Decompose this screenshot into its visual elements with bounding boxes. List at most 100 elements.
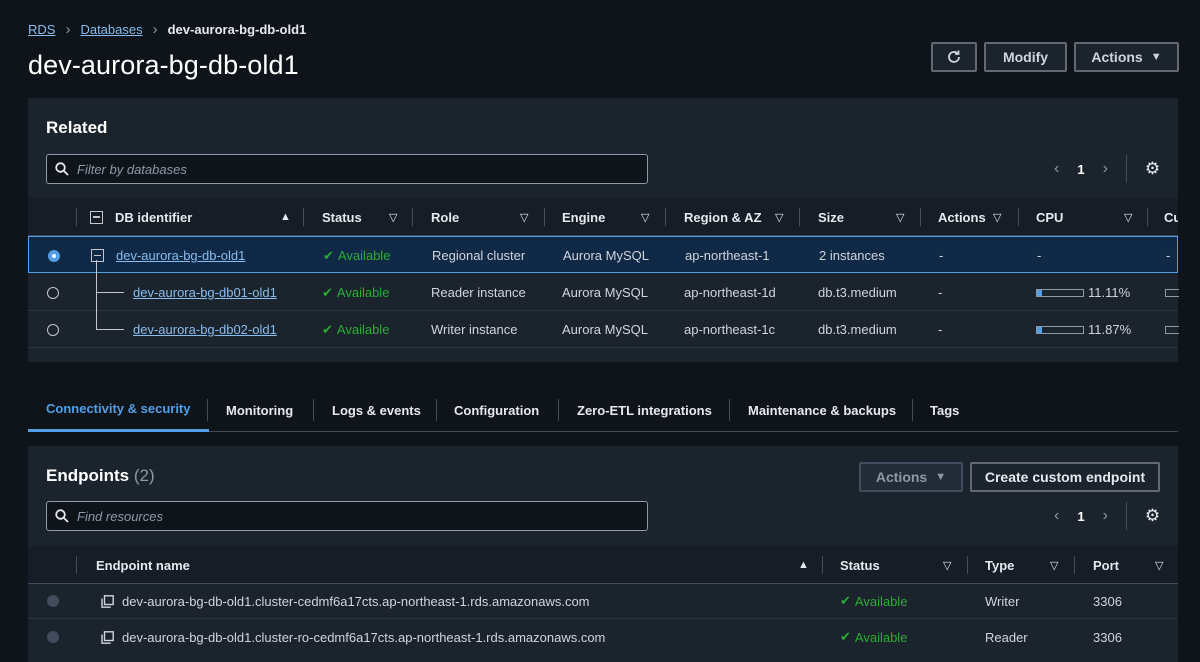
db-identifier-link[interactable]: dev-aurora-bg-db02-old1: [133, 311, 277, 348]
gear-icon[interactable]: ⚙: [1145, 159, 1160, 179]
column-status[interactable]: Status: [840, 546, 880, 584]
status-text: Available: [854, 593, 908, 609]
table-row[interactable]: dev-aurora-bg-db02-old1 ✔︎ Available Writ…: [28, 293, 1179, 348]
column-port[interactable]: Port: [1093, 546, 1119, 584]
sort-icon[interactable]: ▽: [943, 546, 951, 584]
status-badge: ✔︎ Available: [840, 583, 907, 619]
actions-button[interactable]: Actions ▼: [1074, 42, 1179, 72]
actions-cell: -: [938, 322, 943, 337]
column-label: Actions: [938, 209, 986, 225]
cpu-value: 11.87%: [1088, 322, 1132, 337]
sort-icon[interactable]: ▽: [896, 198, 904, 236]
related-search-placeholder: Filter by databases: [77, 161, 187, 177]
modify-button[interactable]: Modify: [984, 42, 1067, 72]
endpoints-title-text: Endpoints: [46, 466, 130, 485]
sort-icon[interactable]: ▽: [389, 198, 397, 236]
sort-icon[interactable]: ▽: [775, 198, 783, 236]
tree-line: [96, 329, 124, 330]
related-search-input[interactable]: Filter by databases: [46, 154, 648, 184]
sort-ascending-icon[interactable]: ▲: [280, 198, 291, 236]
table-row[interactable]: dev-aurora-bg-db-old1.cluster-cedmf6a17c…: [28, 583, 1178, 619]
column-label: Status: [840, 557, 880, 573]
column-cu[interactable]: Cu: [1164, 198, 1178, 236]
column-db-identifier[interactable]: DB identifier: [90, 198, 192, 236]
copy-icon[interactable]: [101, 583, 114, 619]
actions-cell: -: [939, 248, 944, 263]
endpoint-name: dev-aurora-bg-db-old1.cluster-cedmf6a17c…: [122, 593, 590, 609]
chevron-right-icon[interactable]: ›: [1103, 507, 1108, 525]
cpu-cell: 11.11%: [1036, 274, 1130, 311]
cu-cell: [1165, 274, 1183, 311]
table-row[interactable]: dev-aurora-bg-db01-old1 ✔︎ Available Read…: [28, 260, 1179, 311]
column-actions[interactable]: Actions: [938, 198, 986, 236]
endpoints-actions-button[interactable]: Actions ▼: [859, 462, 963, 492]
sort-icon[interactable]: ▽: [641, 198, 649, 236]
endpoints-search-placeholder: Find resources: [77, 508, 163, 524]
chevron-left-icon[interactable]: ‹: [1054, 160, 1059, 178]
tab-logs-events[interactable]: Logs & events: [332, 388, 421, 432]
type-cell: Reader: [985, 629, 1028, 645]
copy-icon[interactable]: [101, 619, 114, 655]
tab-tags[interactable]: Tags: [930, 388, 959, 432]
radio-disabled-icon: [47, 631, 59, 643]
tab-zero-etl-integrations[interactable]: Zero-ETL integrations: [577, 388, 712, 432]
sort-icon[interactable]: ▽: [520, 198, 528, 236]
endpoints-title: Endpoints (2): [46, 466, 155, 486]
column-endpoint-name[interactable]: Endpoint name: [96, 546, 190, 584]
sort-icon[interactable]: ▽: [1155, 546, 1163, 584]
column-separator: [76, 556, 77, 574]
cu-usage-bar: [1165, 288, 1179, 297]
refresh-button[interactable]: [931, 42, 977, 72]
column-region[interactable]: Region & AZ: [684, 198, 762, 236]
region-cell: ap-northeast-1c: [684, 322, 776, 337]
endpoints-table-header: Endpoint name ▲ Status ▽ Type ▽ Port ▽: [28, 546, 1178, 584]
sort-ascending-icon[interactable]: ▲: [798, 546, 809, 584]
tab-connectivity-security[interactable]: Connectivity & security: [28, 388, 209, 432]
chevron-right-icon[interactable]: ›: [1103, 160, 1108, 178]
port-cell: 3306: [1093, 593, 1122, 609]
sort-icon[interactable]: ▽: [1124, 198, 1132, 236]
breadcrumb-rds[interactable]: RDS: [28, 22, 55, 37]
pager-divider: [1125, 502, 1127, 530]
column-separator: [799, 208, 800, 226]
region-cell: ap-northeast-1: [685, 248, 770, 263]
tab-monitoring[interactable]: Monitoring: [226, 388, 293, 432]
sort-icon[interactable]: ▽: [1050, 546, 1058, 584]
column-role[interactable]: Role: [431, 198, 459, 236]
modify-label: Modify: [1002, 49, 1049, 65]
chevron-left-icon[interactable]: ‹: [1054, 507, 1059, 525]
collapse-all-icon[interactable]: [90, 210, 103, 224]
cpu-value: 11.11%: [1088, 285, 1131, 300]
db-identifier-link[interactable]: dev-aurora-bg-db01-old1: [133, 274, 277, 311]
db-identifier-link[interactable]: dev-aurora-bg-db-old1: [116, 237, 245, 274]
chevron-right-icon: ›: [65, 21, 71, 38]
tab-configuration[interactable]: Configuration: [454, 388, 539, 432]
gear-icon[interactable]: ⚙: [1145, 506, 1160, 526]
sort-icon[interactable]: ▽: [993, 198, 1001, 236]
port-cell: 3306: [1093, 629, 1122, 645]
column-separator: [1147, 208, 1148, 226]
endpoints-actions-label: Actions: [875, 469, 928, 485]
row-radio[interactable]: [47, 311, 59, 348]
column-size[interactable]: Size: [818, 198, 844, 236]
related-page-number[interactable]: 1: [1077, 162, 1084, 177]
tab-maintenance-backups[interactable]: Maintenance & backups: [748, 388, 896, 432]
endpoints-search-input[interactable]: Find resources: [46, 501, 648, 531]
column-label: Role: [431, 209, 460, 225]
table-row[interactable]: dev-aurora-bg-db-old1 ✔︎ Available Region…: [28, 236, 1178, 273]
create-custom-endpoint-button[interactable]: Create custom endpoint: [970, 462, 1160, 492]
endpoints-page-number[interactable]: 1: [1077, 509, 1084, 524]
expand-toggle[interactable]: [91, 237, 104, 274]
check-circle-icon: ✔︎: [840, 629, 851, 644]
column-separator: [1018, 208, 1019, 226]
row-radio[interactable]: [47, 274, 59, 311]
endpoints-pagination: ‹ 1 › ⚙: [1054, 502, 1160, 530]
column-status[interactable]: Status: [322, 198, 362, 236]
column-type[interactable]: Type: [985, 546, 1014, 584]
breadcrumb-databases[interactable]: Databases: [80, 22, 142, 37]
row-radio[interactable]: [48, 237, 60, 274]
column-engine[interactable]: Engine: [562, 198, 605, 236]
table-row[interactable]: dev-aurora-bg-db-old1.cluster-ro-cedmf6a…: [28, 619, 1178, 655]
row-radio: [47, 583, 59, 619]
column-cpu[interactable]: CPU: [1036, 198, 1063, 236]
